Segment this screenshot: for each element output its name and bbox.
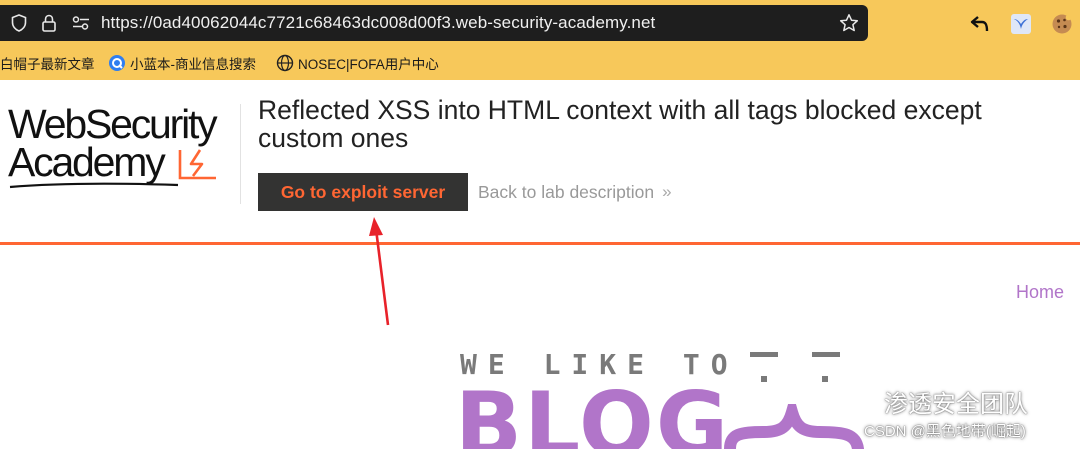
lock-icon[interactable]: [38, 5, 60, 41]
wechat-logo-icon: [841, 388, 875, 413]
home-link[interactable]: Home: [1016, 282, 1064, 303]
address-bar[interactable]: https://0ad40062044c7721c68463dc008d00f3…: [0, 5, 868, 41]
back-to-lab-description-link[interactable]: Back to lab description »: [478, 180, 672, 204]
url-text[interactable]: https://0ad40062044c7721c68463dc008d00f3…: [101, 5, 655, 41]
undo-arrow-icon[interactable]: [964, 8, 996, 40]
bookmarks-bar: 白帽子最新文章 小蓝本-商业信息搜索 NOSEC|FOFA用户中心: [0, 48, 1080, 78]
double-chevron-icon: »: [662, 182, 672, 201]
bookmark-label: 白帽子最新文章: [0, 57, 95, 72]
csdn-watermark: CSDN @黑色地带(崛起): [864, 423, 1026, 440]
shield-icon[interactable]: [8, 5, 30, 41]
logo-underline: [9, 182, 179, 189]
red-annotation-arrow: [369, 217, 390, 326]
go-to-exploit-server-button[interactable]: Go to exploit server: [258, 173, 468, 211]
face-eyes-icon: [750, 352, 840, 382]
globe-icon: [276, 54, 294, 72]
bookmark-fofa[interactable]: NOSEC|FOFA用户中心: [276, 48, 439, 78]
blue-q-icon: [108, 54, 126, 72]
blog-word: BLOG: [455, 373, 731, 449]
permissions-icon[interactable]: [68, 5, 94, 41]
logo-line-2: Academy: [8, 139, 166, 185]
back-link-label: Back to lab description: [478, 181, 655, 202]
lab-title: Reflected XSS into HTML context with all…: [258, 95, 982, 153]
header-divider: [240, 104, 241, 204]
logo-flash-icon: [178, 149, 216, 180]
cookie-extension-icon[interactable]: [1046, 8, 1078, 40]
web-security-academy-logo[interactable]: WebSecurity Academy: [8, 102, 238, 192]
wechat-watermark: 渗透安全团队: [840, 386, 1028, 418]
bookmark-baimaozi[interactable]: 白帽子最新文章: [0, 48, 95, 78]
bookmark-xiaolanben[interactable]: 小蓝本-商业信息搜索: [108, 48, 256, 78]
watermark-text: 渗透安全团队: [884, 390, 1028, 418]
bird-extension-icon[interactable]: [1005, 8, 1037, 40]
browser-toolbar: https://0ad40062044c7721c68463dc008d00f3…: [0, 0, 1080, 80]
bookmark-label: NOSEC|FOFA用户中心: [298, 57, 439, 72]
header-separator: [0, 242, 1080, 245]
bookmark-star-icon[interactable]: [836, 5, 862, 41]
bookmark-label: 小蓝本-商业信息搜索: [130, 57, 256, 72]
